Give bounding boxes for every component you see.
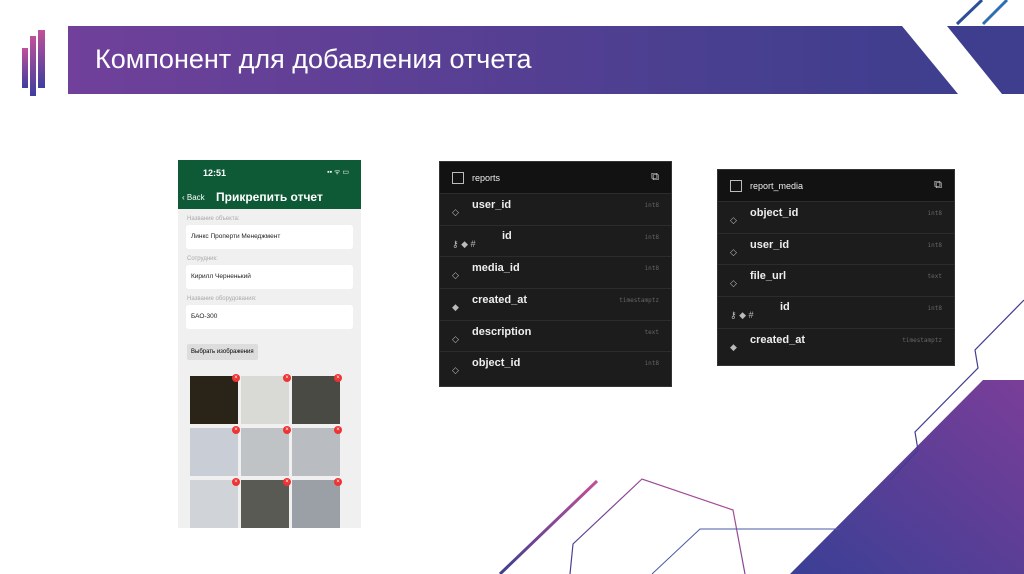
column-name: user_id	[472, 199, 512, 211]
equipment-field[interactable]: БАО-300	[186, 305, 353, 329]
primary-key-icon: ⚷ ◆ #	[730, 310, 754, 321]
remove-photo-icon[interactable]: ×	[334, 478, 342, 486]
column-type: int8	[927, 241, 942, 249]
column-type: text	[927, 273, 942, 281]
remove-photo-icon[interactable]: ×	[283, 374, 291, 382]
remove-photo-icon[interactable]: ×	[283, 478, 291, 486]
remove-photo-icon[interactable]: ×	[232, 478, 240, 486]
column-name: description	[472, 325, 532, 338]
column-row[interactable]: ◇ description text	[440, 319, 671, 352]
column-type: int8	[644, 202, 659, 209]
column-diamond-icon: ◇	[730, 246, 737, 257]
column-row[interactable]: ⚷ ◆ # id int8	[440, 224, 671, 257]
column-diamond-icon: ◇	[452, 270, 459, 281]
column-type: int8	[644, 265, 659, 273]
column-diamond-icon: ◆	[452, 302, 459, 313]
column-type: int8	[644, 233, 659, 241]
column-row[interactable]: ◆ created_at timestamptz	[440, 288, 671, 320]
column-diamond-icon: ◇	[730, 215, 737, 225]
column-name: id	[502, 229, 512, 242]
column-diamond-icon: ◇	[730, 278, 737, 289]
column-type: int8	[644, 360, 659, 368]
column-diamond-icon: ◇	[452, 207, 459, 217]
column-type: text	[644, 328, 659, 336]
pick-images-button[interactable]: Выбрать изображения	[187, 344, 258, 360]
screen-title: Прикрепить отчет	[216, 190, 323, 204]
column-row[interactable]: ◇ user_id int8	[440, 193, 671, 225]
field-label: Сотрудник:	[187, 256, 218, 262]
column-diamond-icon: ◆	[730, 341, 737, 352]
column-row[interactable]: ◇ user_id int8	[718, 232, 954, 265]
column-row[interactable]: ◇ object_id int8	[440, 351, 671, 383]
header-right-shape	[947, 26, 1024, 94]
photo-grid: × × × × × × × × ×	[190, 374, 342, 528]
column-name: object_id	[472, 357, 521, 370]
column-row[interactable]: ◇ object_id int8	[718, 201, 954, 233]
status-time: 12:51	[203, 168, 227, 178]
column-name: created_at	[472, 294, 528, 307]
column-type: int8	[927, 305, 942, 313]
column-row[interactable]: ◇ file_url text	[718, 264, 954, 296]
remove-photo-icon[interactable]: ×	[232, 374, 240, 382]
photo-thumbnail[interactable]: ×	[241, 426, 291, 476]
slide-title: Компонент для добавления отчета	[95, 44, 532, 74]
remove-photo-icon[interactable]: ×	[232, 426, 240, 434]
primary-key-icon: ⚷ ◆ #	[452, 238, 476, 249]
table-name: reports	[472, 172, 501, 183]
field-label: Название оборудования:	[187, 296, 257, 302]
open-external-icon[interactable]: ⧉	[934, 179, 942, 192]
photo-thumbnail[interactable]: ×	[190, 374, 240, 424]
back-button[interactable]: ‹ Back	[182, 193, 205, 202]
reports-table: reports ⧉ ◇ user_id int8 ⚷ ◆ # id int8 ◇ media_id…	[439, 161, 672, 387]
table-header: report_media ⧉	[718, 170, 954, 201]
column-name: media_id	[472, 262, 520, 275]
object-name-field[interactable]: Линкс Проперти Менеджмент	[186, 225, 353, 249]
table-name: report_media	[750, 180, 804, 191]
column-diamond-icon: ◇	[452, 333, 459, 344]
column-diamond-icon: ◇	[452, 365, 459, 376]
table-header: reports ⧉	[440, 162, 671, 193]
field-label: Название объекта:	[187, 216, 240, 222]
column-name: file_url	[750, 270, 787, 283]
logo	[22, 30, 45, 96]
column-type: timestamptz	[619, 297, 659, 305]
photo-thumbnail[interactable]: ×	[292, 478, 342, 528]
photo-thumbnail[interactable]: ×	[241, 478, 291, 528]
column-type: timestamptz	[902, 336, 942, 344]
remove-photo-icon[interactable]: ×	[334, 374, 342, 382]
photo-thumbnail[interactable]: ×	[241, 374, 291, 424]
column-row[interactable]: ◇ media_id int8	[440, 256, 671, 288]
photo-thumbnail[interactable]: ×	[292, 374, 342, 424]
column-row[interactable]: ⚷ ◆ # id int8	[718, 296, 954, 328]
table-icon	[452, 171, 464, 184]
remove-photo-icon[interactable]: ×	[283, 426, 291, 434]
column-name: id	[780, 301, 790, 314]
status-icons: ▪▪ ᯤ ▭	[327, 169, 349, 176]
open-external-icon[interactable]: ⧉	[651, 171, 659, 184]
employee-field[interactable]: Кирилл Черненький	[186, 265, 353, 289]
remove-photo-icon[interactable]: ×	[334, 426, 342, 434]
column-name: created_at	[750, 333, 806, 346]
photo-thumbnail[interactable]: ×	[190, 478, 240, 528]
report-media-table: report_media ⧉ ◇ object_id int8 ◇ user_id int8 ◇…	[717, 169, 955, 366]
column-row[interactable]: ◆ created_at timestamptz	[718, 327, 954, 360]
photo-thumbnail[interactable]: ×	[190, 426, 240, 476]
column-type: int8	[927, 210, 942, 217]
photo-thumbnail[interactable]: ×	[292, 426, 342, 476]
table-icon	[730, 179, 742, 192]
phone-header: 12:51 ▪▪ ᯤ ▭ ‹ Back Прикрепить отчет	[178, 160, 361, 209]
phone-screenshot: 12:51 ▪▪ ᯤ ▭ ‹ Back Прикрепить отчет Наз…	[178, 160, 361, 528]
column-name: object_id	[750, 207, 799, 219]
column-name: user_id	[750, 238, 790, 251]
